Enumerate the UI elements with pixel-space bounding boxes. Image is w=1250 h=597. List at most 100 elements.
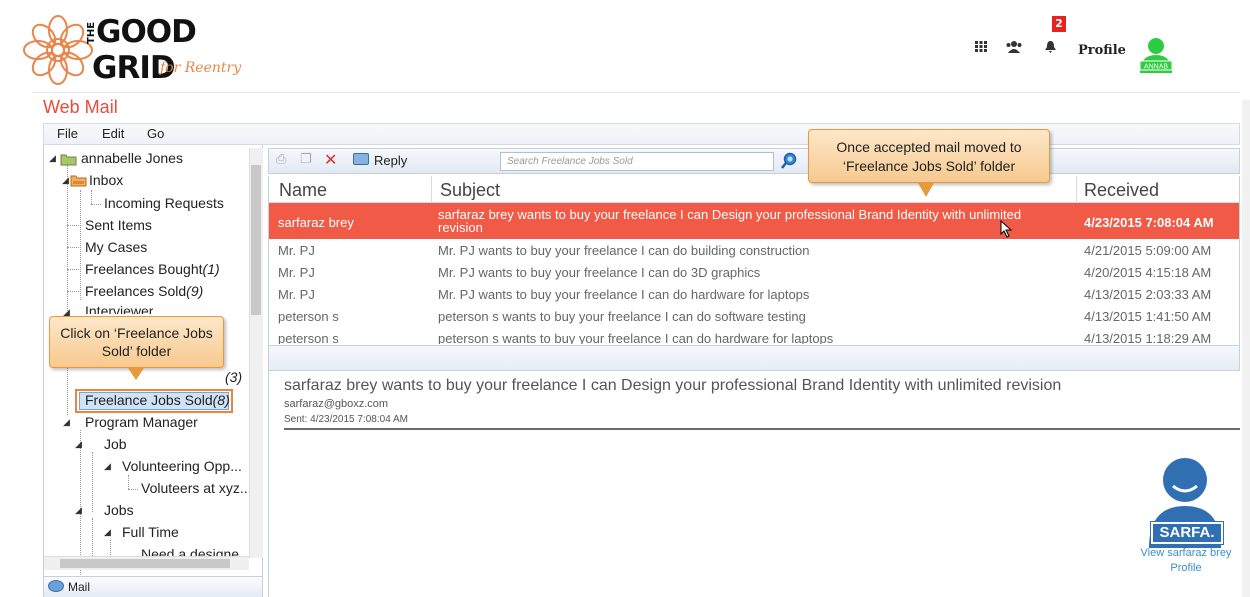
- preview-pane: [268, 371, 1240, 597]
- tree-guide-line: [91, 190, 92, 204]
- tree-guide-line: [67, 247, 79, 248]
- mail-icon: [48, 580, 64, 592]
- tree-interviewer[interactable]: Interviewer: [85, 303, 153, 314]
- table-row[interactable]: Mr. PJ Mr. PJ wants to buy your freelanc…: [269, 285, 1239, 307]
- expand-arrow-icon[interactable]: ◢: [49, 154, 56, 164]
- tree-freelances-sold-count: (9): [186, 283, 204, 299]
- tree-freelances-bought-label: Freelances Bought: [85, 261, 203, 277]
- copy-icon[interactable]: ❐: [300, 152, 312, 167]
- sender-profile-link[interactable]: View sarfaraz brey Profile: [1138, 546, 1234, 576]
- preview-from[interactable]: sarfaraz@gboxz.com: [284, 398, 388, 410]
- tree-guide-line: [92, 518, 93, 558]
- preview-subject: sarfaraz brey wants to buy your freelanc…: [284, 377, 1062, 394]
- row-subject: Mr. PJ wants to buy your freelance I can…: [438, 287, 810, 302]
- tree-hidden-count: (3): [225, 369, 243, 385]
- tree-incoming-requests[interactable]: Incoming Requests: [104, 195, 224, 211]
- row-received: 4/21/2015 5:09:00 AM: [1084, 243, 1212, 258]
- inbox-folder-icon: [70, 175, 87, 187]
- callout-pointer: [918, 183, 934, 197]
- menu-edit[interactable]: Edit: [102, 126, 124, 141]
- tree-guide-line: [92, 452, 93, 512]
- tree-guide-line: [110, 540, 111, 555]
- menu-file[interactable]: File: [57, 126, 78, 141]
- row-received: 4/13/2015 1:18:29 AM: [1084, 331, 1212, 344]
- expand-arrow-icon[interactable]: ◢: [75, 506, 82, 516]
- table-row[interactable]: Mr. PJ Mr. PJ wants to buy your freelanc…: [269, 263, 1239, 285]
- row-received: 4/13/2015 1:41:50 AM: [1084, 309, 1212, 324]
- tree-root-user[interactable]: annabelle Jones: [81, 150, 183, 166]
- print-icon[interactable]: ⎙: [276, 152, 286, 167]
- page-scrollbar[interactable]: [1242, 100, 1250, 597]
- expand-arrow-icon[interactable]: ◢: [62, 176, 69, 186]
- tree-guide-line: [67, 269, 79, 270]
- apps-grid-icon[interactable]: [975, 41, 987, 56]
- tree-guide-line: [67, 225, 79, 226]
- callout-pointer: [128, 368, 144, 380]
- tree-freelance-jobs-sold-text: Freelance Jobs Sold(8): [85, 392, 230, 408]
- table-row[interactable]: Mr. PJ Mr. PJ wants to buy your freelanc…: [269, 241, 1239, 263]
- tree-inbox[interactable]: Inbox: [89, 172, 123, 188]
- folder-icon: [60, 154, 77, 166]
- menubar: [43, 123, 1240, 145]
- row-subject: peterson s wants to buy your freelance I…: [438, 309, 806, 324]
- tree-jobs[interactable]: Jobs: [104, 502, 134, 518]
- column-header-received[interactable]: Received: [1084, 180, 1159, 201]
- row-subject: Mr. PJ wants to buy your freelance I can…: [438, 265, 761, 280]
- instruction-callout-top: Once accepted mail moved to ‘Freelance J…: [808, 129, 1050, 183]
- tree-freelances-sold-label: Freelances Sold: [85, 283, 187, 299]
- brand-good: GOOD: [96, 14, 197, 50]
- expand-arrow-icon[interactable]: ◢: [75, 440, 82, 450]
- tree-volunteering[interactable]: Volunteering Opp...: [122, 458, 242, 474]
- expand-arrow-icon[interactable]: ◢: [63, 418, 70, 428]
- column-header-name[interactable]: Name: [279, 180, 327, 201]
- search-icon[interactable]: [780, 151, 798, 171]
- tree-vertical-scroll-thumb[interactable]: [251, 165, 261, 315]
- tree-sent-items[interactable]: Sent Items: [85, 217, 152, 233]
- menu-go[interactable]: Go: [147, 126, 164, 141]
- tree-need-designer[interactable]: Need a designe: [141, 546, 239, 556]
- reply-button[interactable]: Reply: [374, 153, 407, 168]
- row-received: 4/13/2015 2:03:33 AM: [1084, 287, 1212, 302]
- search-input[interactable]: Search Freelance Jobs Sold: [500, 152, 774, 171]
- row-subject: Mr. PJ wants to buy your freelance I can…: [438, 243, 810, 258]
- tree-freelance-jobs-sold-count: (8): [212, 392, 230, 408]
- tree-horizontal-scroll-thumb[interactable]: [60, 559, 230, 568]
- tree-freelances-sold[interactable]: Freelances Sold(9): [85, 283, 203, 299]
- tree-full-time[interactable]: Full Time: [122, 524, 179, 540]
- user-avatar-icon[interactable]: ANNAB: [1137, 35, 1175, 73]
- preview-sent-date: Sent: 4/23/2015 7:08:04 AM: [284, 414, 408, 425]
- row-name: Mr. PJ: [278, 243, 315, 258]
- tree-guide-line: [91, 204, 101, 205]
- table-row[interactable]: peterson s peterson s wants to buy your …: [269, 329, 1239, 344]
- expand-arrow-icon[interactable]: ◢: [104, 462, 111, 472]
- tree-guide-line: [80, 430, 81, 575]
- tree-freelances-bought-count: (1): [202, 261, 220, 277]
- bell-icon[interactable]: [1045, 41, 1056, 57]
- tree-volunteers[interactable]: Voluteers at xyz...: [141, 480, 252, 496]
- mail-tab-label: Mail: [68, 580, 91, 594]
- tree-guide-line: [67, 165, 68, 415]
- preview-divider: [284, 428, 1240, 430]
- delete-icon[interactable]: ✕: [324, 150, 337, 169]
- row-subject: sarfaraz brey wants to buy your freelanc…: [438, 207, 1022, 235]
- row-name: sarfaraz brey: [278, 215, 354, 230]
- column-header-subject[interactable]: Subject: [440, 180, 500, 201]
- tree-freelances-bought[interactable]: Freelances Bought(1): [85, 261, 220, 277]
- tree-guide-line: [128, 475, 129, 489]
- mail-list-footer: [268, 345, 1240, 371]
- tree-my-cases[interactable]: My Cases: [85, 239, 147, 255]
- tree-program-manager[interactable]: Program Manager: [85, 414, 198, 430]
- tree-freelance-jobs-sold-label: Freelance Jobs Sold: [85, 392, 213, 408]
- table-row[interactable]: peterson s peterson s wants to buy your …: [269, 307, 1239, 329]
- tree-job[interactable]: Job: [104, 436, 127, 452]
- mouse-cursor-icon: [1000, 220, 1013, 238]
- users-icon[interactable]: [1006, 41, 1022, 57]
- profile-link[interactable]: Profile: [1078, 43, 1126, 58]
- expand-arrow-icon[interactable]: ◢: [104, 528, 111, 538]
- user-avatar-label: ANNAB: [1144, 64, 1168, 71]
- reply-icon[interactable]: [353, 153, 369, 165]
- sender-name-badge: SARFA.: [1150, 521, 1224, 545]
- notification-badge: 2: [1052, 16, 1066, 32]
- row-received: 4/20/2015 4:15:18 AM: [1084, 265, 1212, 280]
- row-name: Mr. PJ: [278, 265, 315, 280]
